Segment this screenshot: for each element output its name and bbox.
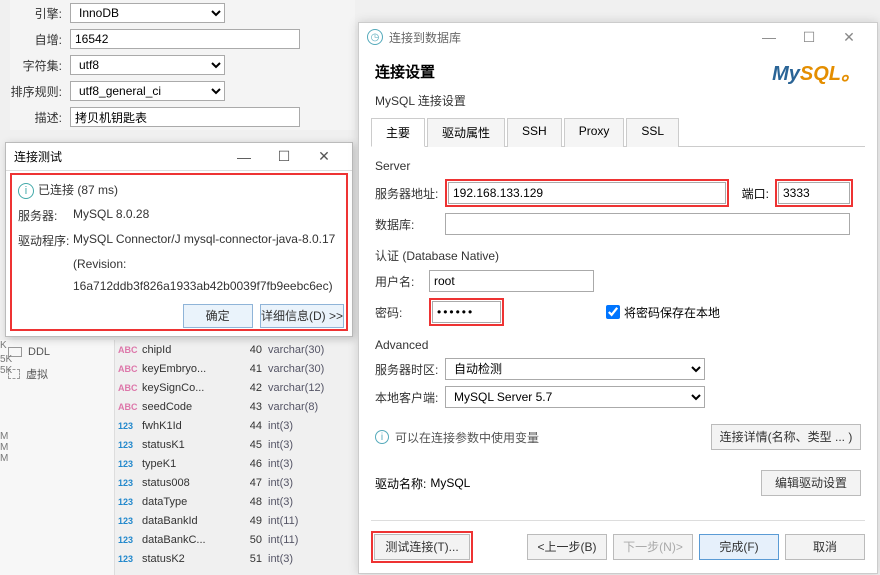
timezone-label: 服务器时区:: [375, 361, 445, 378]
server-frame: [373, 163, 861, 181]
cancel-button[interactable]: 取消: [785, 534, 865, 560]
charset-select[interactable]: utf8: [70, 55, 225, 75]
column-row[interactable]: ABCseedCode43varchar(8): [118, 397, 355, 416]
maximize-button[interactable]: ☐: [264, 148, 304, 165]
driver-name-label: 驱动名称:: [375, 475, 426, 492]
password-input[interactable]: [432, 301, 501, 323]
column-row[interactable]: 123statusK251int(3): [118, 549, 355, 568]
desc-input[interactable]: [70, 107, 300, 127]
conn-tabbar: 主要 驱动属性 SSH Proxy SSL: [371, 117, 865, 147]
maximize-button[interactable]: ☐: [789, 29, 829, 46]
advanced-group-title: Advanced: [375, 338, 861, 352]
minimize-button[interactable]: —: [224, 149, 264, 165]
port-input[interactable]: [778, 182, 850, 204]
next-button[interactable]: 下一步(N)>: [613, 534, 693, 560]
test-dialog-titlebar: 连接测试 — ☐ ✕: [6, 143, 352, 171]
edit-driver-button[interactable]: 编辑驱动设置: [761, 470, 861, 496]
close-button[interactable]: ✕: [304, 148, 344, 165]
client-select[interactable]: MySQL Server 5.7: [445, 386, 705, 408]
column-row[interactable]: 123dataType48int(3): [118, 492, 355, 511]
timezone-select[interactable]: 自动检测: [445, 358, 705, 380]
tab-ssh[interactable]: SSH: [507, 118, 562, 147]
port-label: 端口:: [735, 185, 775, 202]
column-row[interactable]: 123fwhK1Id44int(3): [118, 416, 355, 435]
minimize-button[interactable]: —: [749, 29, 789, 45]
host-input[interactable]: [448, 182, 726, 204]
column-row[interactable]: 123status00847int(3): [118, 473, 355, 492]
column-row[interactable]: 123dataBankC...50int(11): [118, 530, 355, 549]
conn-titlebar: ◷ 连接到数据库 — ☐ ✕: [359, 23, 877, 51]
database-icon: ◷: [367, 29, 383, 45]
client-label: 本地客户端:: [375, 389, 445, 406]
collation-select[interactable]: utf8_general_ci: [70, 81, 225, 101]
database-input[interactable]: [445, 213, 850, 235]
database-label: 数据库:: [375, 216, 445, 233]
conn-heading: 连接设置: [375, 61, 772, 82]
test-dialog-title: 连接测试: [14, 148, 224, 165]
conn-window-title: 连接到数据库: [389, 29, 461, 46]
back-button[interactable]: <上一步(B): [527, 534, 607, 560]
column-list: ABCchipId40varchar(30)ABCkeyEmbryo...41v…: [118, 340, 355, 568]
auth-group-title: 认证 (Database Native): [375, 247, 861, 264]
info-icon: i: [375, 430, 389, 444]
gutter-marks: K5K5KMMM: [0, 340, 14, 464]
test-connection-button[interactable]: 测试连接(T)...: [374, 534, 470, 560]
save-password-checkbox[interactable]: 将密码保存在本地: [602, 302, 720, 322]
conn-footer: 测试连接(T)... <上一步(B) 下一步(N)> 完成(F) 取消: [371, 520, 865, 563]
connection-test-dialog: 连接测试 — ☐ ✕ i已连接 (87 ms) 服务器:MySQL 8.0.28…: [5, 142, 353, 337]
password-label: 密码:: [375, 304, 429, 321]
charset-label: 字符集:: [10, 57, 70, 74]
column-row[interactable]: 123dataBankId49int(11): [118, 511, 355, 530]
column-row[interactable]: 123typeK146int(3): [118, 454, 355, 473]
highlight-test-dialog: [10, 173, 348, 331]
collation-label: 排序规则:: [10, 83, 70, 100]
close-button[interactable]: ✕: [829, 29, 869, 46]
tab-ssl[interactable]: SSL: [626, 118, 679, 147]
column-row[interactable]: ABCchipId40varchar(30): [118, 340, 355, 359]
conn-subheading: MySQL 连接设置: [359, 92, 877, 117]
variables-note: 可以在连接参数中使用变量: [395, 429, 539, 446]
tab-main[interactable]: 主要: [371, 118, 425, 147]
side-options: DDL 虚拟: [0, 340, 115, 575]
desc-label: 描述:: [10, 109, 70, 126]
conn-body: Server 服务器地址: 端口: 数据库: 认证 (Database Nati…: [359, 147, 877, 504]
user-label: 用户名:: [375, 273, 429, 290]
engine-label: 引擎:: [10, 5, 70, 22]
tab-proxy[interactable]: Proxy: [564, 118, 625, 147]
column-row[interactable]: 123statusK145int(3): [118, 435, 355, 454]
engine-select[interactable]: InnoDB: [70, 3, 225, 23]
connection-details-button[interactable]: 连接详情(名称、类型 ... ): [711, 424, 861, 450]
table-properties-panel: 引擎:InnoDB 自增: 字符集:utf8 排序规则:utf8_general…: [10, 0, 355, 130]
finish-button[interactable]: 完成(F): [699, 534, 779, 560]
host-label: 服务器地址:: [375, 185, 445, 202]
mysql-logo: MySQL。: [772, 57, 861, 86]
side-ddl[interactable]: DDL: [0, 344, 114, 360]
column-row[interactable]: ABCkeySignCo...42varchar(12): [118, 378, 355, 397]
side-virtual[interactable]: 虚拟: [0, 364, 114, 384]
column-row[interactable]: ABCkeyEmbryo...41varchar(30): [118, 359, 355, 378]
connection-settings-dialog: ◷ 连接到数据库 — ☐ ✕ 连接设置 MySQL。 MySQL 连接设置 主要 …: [358, 22, 878, 574]
driver-name-value: MySQL: [430, 476, 470, 490]
autoinc-input[interactable]: [70, 29, 300, 49]
autoinc-label: 自增:: [10, 31, 70, 48]
username-input[interactable]: [429, 270, 594, 292]
tab-driver-props[interactable]: 驱动属性: [427, 118, 505, 147]
